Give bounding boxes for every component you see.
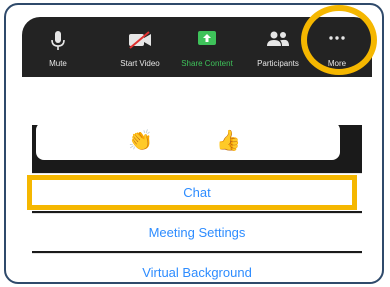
video-off-icon — [128, 31, 152, 54]
participants-icon — [266, 31, 290, 52]
meeting-settings-menu-item[interactable]: Meeting Settings — [32, 213, 362, 251]
mute-label: Mute — [49, 59, 67, 68]
participants-label: Participants — [257, 59, 299, 68]
clap-reaction-button[interactable]: 👏 — [128, 130, 153, 152]
more-highlight-annotation — [301, 5, 377, 75]
mute-button[interactable]: Mute — [28, 17, 88, 77]
thumbs-up-reaction-button[interactable]: 👍 — [216, 130, 241, 152]
meeting-video-area — [22, 77, 372, 125]
virtual-background-menu-item[interactable]: Virtual Background — [32, 253, 362, 282]
share-screen-icon — [198, 31, 216, 50]
start-video-label: Start Video — [120, 59, 160, 68]
chat-highlight-annotation — [27, 175, 357, 210]
share-content-label: Share Content — [181, 59, 233, 68]
share-content-button[interactable]: Share Content — [172, 17, 242, 77]
start-video-button[interactable]: Start Video — [106, 17, 174, 77]
reactions-bar: 👏 👍 — [36, 122, 340, 160]
microphone-icon — [51, 31, 65, 56]
